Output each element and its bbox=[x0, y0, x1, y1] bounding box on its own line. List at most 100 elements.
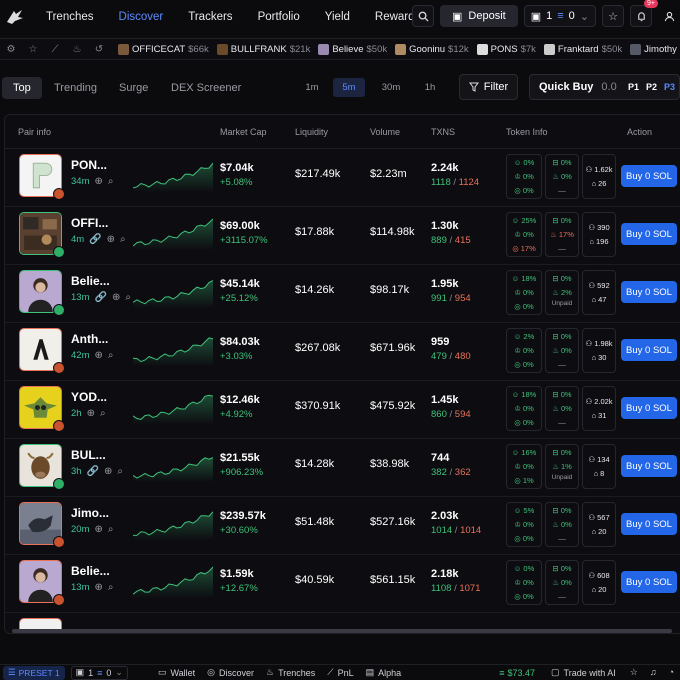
link-icon[interactable]: 🔗 bbox=[87, 466, 99, 477]
nav-link-portfolio[interactable]: Portfolio bbox=[258, 11, 300, 23]
search-icon[interactable]: ⌕ bbox=[108, 350, 114, 361]
search-icon[interactable]: ⌕ bbox=[108, 582, 114, 593]
timeframe-1h[interactable]: 1h bbox=[414, 78, 446, 97]
search-icon[interactable]: ⌕ bbox=[100, 408, 106, 419]
search-icon[interactable]: ⌕ bbox=[120, 234, 126, 245]
buy-button[interactable]: Buy 0 SOL bbox=[621, 281, 677, 303]
settings-icon[interactable]: ⚙ bbox=[0, 44, 22, 55]
buy-button[interactable]: Buy 0 SOL bbox=[621, 339, 677, 361]
flame-icon[interactable]: ♨ bbox=[66, 44, 88, 55]
tab-top[interactable]: Top bbox=[2, 77, 42, 99]
table-row[interactable]: Belie... 13m 🔗 ⊕ ⌕ $45.14k +25.12% $14.26k $98.1… bbox=[5, 265, 680, 323]
search-icon[interactable] bbox=[412, 5, 434, 27]
search-icon[interactable]: ⌕ bbox=[108, 524, 114, 535]
star-icon[interactable]: ☆ bbox=[22, 44, 44, 55]
search-icon[interactable]: ⌕ bbox=[117, 466, 123, 477]
footer-link-pnl[interactable]: ⟋ PnL bbox=[327, 667, 353, 678]
link-icon[interactable]: 🔗 bbox=[89, 234, 101, 245]
buy-button[interactable]: Buy 0 SOL bbox=[621, 397, 677, 419]
table-row[interactable]: Jimo... 20m ⊕ ⌕ $239.57k +30.60% $51.48k $527.1… bbox=[5, 497, 680, 555]
preset-p3[interactable]: P3 bbox=[664, 82, 675, 92]
buy-button[interactable]: Buy 0 SOL bbox=[621, 455, 677, 477]
token-name[interactable]: Jimo... bbox=[71, 506, 111, 520]
globe-icon[interactable]: ⊕ bbox=[104, 466, 112, 477]
token-stat-line: ⌂ 20 bbox=[583, 524, 615, 538]
filter-button[interactable]: Filter bbox=[459, 74, 518, 100]
logo-icon[interactable] bbox=[5, 7, 25, 27]
globe-icon[interactable]: ⊕ bbox=[94, 524, 102, 535]
table-row[interactable]: Anth... 42m ⊕ ⌕ $84.03k +3.03% $267.08k $671.96… bbox=[5, 323, 680, 381]
timeframe-5m[interactable]: 5m bbox=[333, 78, 365, 97]
footer-link-alpha[interactable]: ▤ Alpha bbox=[366, 667, 402, 678]
ticker-item[interactable]: Believe $50k bbox=[318, 43, 387, 55]
token-name[interactable]: BUL... bbox=[71, 448, 111, 462]
token-name[interactable]: YOD... bbox=[71, 390, 111, 404]
token-name[interactable]: OFFI... bbox=[71, 216, 111, 230]
globe-icon[interactable]: ⊕ bbox=[107, 234, 115, 245]
holders-icon: ⚇ bbox=[585, 164, 593, 174]
footer-link-discover[interactable]: ◎ Discover bbox=[207, 667, 254, 678]
table-row[interactable]: Belie... 13m ⊕ ⌕ $1.59k +12.67% $40.59k $561.15… bbox=[5, 555, 680, 613]
preset-p2[interactable]: P2 bbox=[646, 82, 657, 92]
user-icon[interactable]: ◔ bbox=[669, 667, 674, 678]
ticker-item[interactable]: PONS $7k bbox=[476, 43, 536, 55]
ticker-item[interactable]: Jimothy$240k bbox=[630, 43, 680, 55]
ticker-item[interactable]: Gooninu $12k bbox=[395, 43, 469, 55]
horizontal-scrollbar[interactable] bbox=[4, 628, 680, 634]
globe-icon[interactable]: ⊕ bbox=[87, 408, 95, 419]
globe-icon[interactable]: ⊕ bbox=[94, 350, 102, 361]
timeframe-1m[interactable]: 1m bbox=[296, 78, 328, 97]
nav-link-trackers[interactable]: Trackers bbox=[188, 11, 232, 23]
ticker-item[interactable]: BULLFRANK $21k bbox=[216, 43, 310, 55]
bell-icon[interactable]: 9+ bbox=[630, 0, 658, 27]
table-row[interactable]: OFFI... 4m 🔗 ⊕ ⌕ $69.00k +3115.07% $17.88k $114.… bbox=[5, 207, 680, 265]
ticker-item[interactable]: OFFICECAT $66k bbox=[118, 43, 209, 55]
preset-p1[interactable]: P1 bbox=[628, 82, 639, 92]
chart-icon[interactable]: ⟋ bbox=[44, 44, 66, 55]
bell-icon[interactable]: ♫ bbox=[650, 667, 657, 678]
chef-icon: ♔ bbox=[514, 345, 521, 355]
lock-icon: ⊟ bbox=[552, 157, 559, 167]
footer-link-trenches[interactable]: ♨ Trenches bbox=[266, 667, 315, 678]
user-icon[interactable] bbox=[658, 5, 680, 27]
search-icon[interactable]: ⌕ bbox=[125, 292, 131, 303]
nav-link-yield[interactable]: Yield bbox=[325, 11, 350, 23]
buy-button[interactable]: Buy 0 SOL bbox=[621, 571, 677, 593]
tab-surge[interactable]: Surge bbox=[108, 77, 159, 99]
table-row[interactable]: YOD... 2h ⊕ ⌕ $12.46k +4.92% $370.91k $475.92k 1… bbox=[5, 381, 680, 439]
globe-icon[interactable]: ⊕ bbox=[94, 176, 102, 187]
table-row[interactable]: PON... 34m ⊕ ⌕ $7.04k +5.08% $217.49k $2.23m 2.2… bbox=[5, 149, 680, 207]
search-icon[interactable]: ⌕ bbox=[108, 176, 114, 187]
txns-count: 1.30k bbox=[431, 220, 459, 232]
token-name[interactable]: Anth... bbox=[71, 332, 111, 346]
token-name[interactable]: PON... bbox=[71, 158, 111, 172]
history-icon[interactable]: ↺ bbox=[88, 44, 110, 55]
preset-label: PRESET 1 bbox=[18, 667, 60, 678]
token-name[interactable]: Belie... bbox=[71, 564, 111, 578]
preset-selector[interactable]: ☰ PRESET 1 bbox=[3, 665, 65, 680]
trade-with-ai-button[interactable]: ▢ Trade with AI bbox=[551, 667, 616, 678]
token-name[interactable]: Belie... bbox=[71, 274, 111, 288]
nav-link-trenches[interactable]: Trenches bbox=[46, 11, 94, 23]
quick-buy-amount-input[interactable]: 0.0 bbox=[601, 81, 616, 93]
footer-link-wallet[interactable]: ▭ Wallet bbox=[158, 667, 195, 678]
liquidity-value: $17.88k bbox=[295, 226, 335, 238]
tab-trending[interactable]: Trending bbox=[43, 77, 108, 99]
timeframe-30m[interactable]: 30m bbox=[375, 78, 407, 97]
wallet-selector[interactable]: ▣ 1 ≡ 0 ⌄ bbox=[523, 5, 596, 27]
buy-button[interactable]: Buy 0 SOL bbox=[621, 165, 677, 187]
nav-link-discover[interactable]: Discover bbox=[119, 11, 164, 23]
link-icon[interactable]: 🔗 bbox=[94, 292, 106, 303]
buy-button[interactable]: Buy 0 SOL bbox=[621, 223, 677, 245]
globe-icon[interactable]: ⊕ bbox=[94, 582, 102, 593]
star-icon[interactable]: ☆ bbox=[630, 667, 638, 678]
globe-icon[interactable]: ⊕ bbox=[112, 292, 120, 303]
buy-button[interactable]: Buy 0 SOL bbox=[621, 513, 677, 535]
star-icon[interactable]: ☆ bbox=[602, 5, 624, 27]
token-stat-value: 26 bbox=[598, 178, 607, 188]
footer-wallet-selector[interactable]: ▣ 1 ≡ 0 ⌄ bbox=[70, 665, 128, 680]
deposit-button[interactable]: ▣ Deposit bbox=[440, 5, 518, 27]
ticker-item[interactable]: Franktard $50k bbox=[543, 43, 622, 55]
tab-dex-screener[interactable]: DEX Screener bbox=[160, 77, 252, 99]
table-row[interactable]: BUL... 3h 🔗 ⊕ ⌕ $21.55k +906.23% $14.28k $38.98k… bbox=[5, 439, 680, 497]
